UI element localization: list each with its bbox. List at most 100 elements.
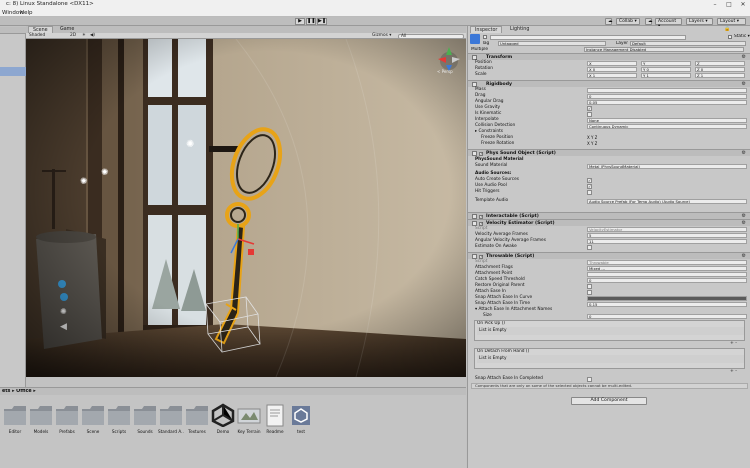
hierarchy-selected-item[interactable]	[0, 67, 26, 76]
account-dropdown[interactable]: Account ▾	[655, 18, 682, 29]
asset-folder[interactable]: Scripts	[106, 403, 132, 437]
phys-sound-header[interactable]: ✓ Phys Sound Object (Script) ⚙	[468, 149, 750, 156]
services-icon[interactable]: ☁	[645, 18, 653, 25]
cloud-icon[interactable]: ☁	[605, 18, 613, 25]
freeze-rotation-checkboxes[interactable]: X Y Z	[587, 141, 597, 147]
interactable-header[interactable]: ✓ Interactable (Script) ⚙	[468, 212, 750, 219]
layers-dropdown[interactable]: Layers ▾	[686, 18, 713, 25]
collab-dropdown[interactable]: Collab ▾	[616, 18, 640, 25]
active-checkbox[interactable]	[483, 35, 487, 39]
velocity-frames-field[interactable]: 5	[587, 232, 747, 238]
asset-label: Textures	[188, 429, 206, 434]
play-button[interactable]: ▶	[295, 18, 305, 25]
velocity-estimator-header[interactable]: ✓ Velocity Estimator (Script) ⚙	[468, 219, 750, 226]
step-button[interactable]: ▶❚	[317, 18, 327, 25]
asset-folder[interactable]: Standard A...	[158, 403, 184, 437]
pause-button[interactable]: ❚❚	[306, 18, 316, 25]
angular-frames-field[interactable]: 11	[587, 238, 747, 244]
scale-y-field[interactable]: Y 1	[641, 72, 691, 78]
attachment-flags-dropdown[interactable]: Mixed ...	[587, 265, 747, 271]
asset-label: Key Terrain	[237, 429, 261, 434]
hit-triggers-checkbox[interactable]	[587, 189, 592, 195]
gear-icon[interactable]: ⚙	[742, 150, 746, 157]
asset-terrain[interactable]: Key Terrain	[236, 403, 262, 437]
on-detach-list: List is Empty	[477, 355, 744, 363]
attachment-point-field[interactable]	[587, 271, 747, 277]
static-checkbox[interactable]	[728, 34, 732, 39]
rotation-x-field[interactable]: X 0	[587, 66, 637, 72]
restore-parent-checkbox[interactable]	[587, 283, 592, 289]
catch-speed-field[interactable]: 0	[587, 277, 747, 283]
component-enabled-checkbox[interactable]: ✓	[479, 254, 483, 259]
estimate-awake-checkbox[interactable]	[587, 244, 592, 250]
on-detach-add-remove[interactable]: + -	[730, 369, 737, 374]
asset-folder[interactable]: Models	[28, 403, 54, 437]
is-kinematic-checkbox[interactable]	[587, 111, 592, 117]
asset-test[interactable]: test	[288, 403, 314, 437]
position-x-field[interactable]: X	[587, 60, 637, 66]
rotation-y-field[interactable]: Y 0	[641, 66, 691, 72]
size-field[interactable]: 0	[587, 313, 747, 319]
use-audio-pool-checkbox[interactable]: ✓	[587, 183, 592, 189]
velocity-script-field: VelocityEstimator	[587, 226, 747, 232]
interpolate-dropdown[interactable]: None	[587, 117, 747, 123]
menu-help[interactable]: Help	[20, 10, 33, 16]
rotation-z-field[interactable]: Z 0	[695, 66, 745, 72]
snap-time-field[interactable]: 0.15	[587, 301, 747, 307]
auto-create-checkbox[interactable]: ✓	[587, 177, 592, 183]
name-field[interactable]	[490, 34, 686, 40]
snap-curve-field[interactable]	[587, 295, 747, 301]
snap-completed-checkbox[interactable]	[587, 376, 592, 382]
minimize-icon[interactable]: –	[708, 0, 722, 9]
layout-dropdown[interactable]: Layout ▾	[717, 18, 746, 25]
throwable-header[interactable]: ✓ Throwable (Script) ⚙	[468, 252, 750, 259]
asset-folder[interactable]: Editor	[2, 403, 28, 437]
layer-dropdown[interactable]: Default	[630, 41, 746, 46]
attach-ease-checkbox[interactable]	[587, 289, 592, 295]
window-title: c: 8) Linux Standalone <DX11>	[6, 1, 94, 7]
maximize-icon[interactable]: □	[722, 0, 736, 9]
asset-readme[interactable]: Readme	[262, 403, 288, 437]
scale-x-field[interactable]: X 1	[587, 72, 637, 78]
sound-material-field[interactable]: Metal (PhysSoundMaterial)	[587, 163, 747, 169]
asset-label: test	[296, 429, 306, 434]
mass-field[interactable]	[587, 87, 747, 93]
lock-icon[interactable]: 🔒	[724, 26, 730, 32]
scene-viewport[interactable]: ✺ ✺ ✺ ✺ ◀ < Persp	[26, 39, 466, 377]
angular-drag-field[interactable]: 0.05	[587, 99, 747, 105]
asset-folder[interactable]: Prefabs	[54, 403, 80, 437]
asset-folder[interactable]: Textures	[184, 403, 210, 437]
scene-search-input[interactable]: All	[398, 33, 464, 39]
static-dropdown[interactable]: Static ▾	[734, 34, 750, 39]
position-z-field[interactable]: Z	[695, 60, 745, 66]
asset-folder[interactable]: Sounds	[132, 403, 158, 437]
tab-inspector[interactable]: Inspector	[470, 26, 503, 33]
asset-unity-scene[interactable]: Demo	[210, 403, 236, 437]
collision-detection-dropdown[interactable]: Continuous Dynamic	[587, 123, 747, 129]
instance-management-field[interactable]: Instance Management Disabled	[584, 47, 744, 52]
tab-scene[interactable]: Scene	[28, 26, 53, 33]
add-component-button[interactable]: Add Component	[571, 397, 647, 405]
component-enabled-checkbox[interactable]: ✓	[479, 151, 483, 156]
tab-lighting[interactable]: Lighting	[506, 26, 533, 33]
on-pickup-add-remove[interactable]: + -	[730, 341, 737, 346]
component-enabled-checkbox[interactable]: ✓	[479, 214, 483, 219]
component-enabled-checkbox[interactable]: ✓	[479, 221, 483, 226]
tag-dropdown[interactable]: Untagged	[498, 41, 606, 46]
drag-field[interactable]: 0	[587, 93, 747, 99]
multi-edit-note: Components that are only on some of the …	[471, 383, 748, 389]
rigidbody-header[interactable]: Rigidbody ⚙	[468, 80, 750, 87]
transform-header[interactable]: Transform ⚙	[468, 53, 750, 60]
template-audio-field[interactable]: Audio Source Prefab (For Temp Audio) (Au…	[587, 198, 747, 204]
scale-z-field[interactable]: Z 1	[695, 72, 745, 78]
asset-folder[interactable]: Scene	[80, 403, 106, 437]
use-gravity-checkbox[interactable]: ✓	[587, 105, 592, 111]
hierarchy-tab[interactable]	[0, 27, 26, 34]
project-breadcrumb[interactable]: ets ▸ Office ▸	[2, 389, 36, 394]
on-pickup-event: On Pick Up () List is Empty	[474, 320, 745, 341]
persp-label[interactable]: < Persp	[437, 69, 453, 74]
position-y-field[interactable]: Y	[641, 60, 691, 66]
close-icon[interactable]: ✕	[736, 0, 750, 9]
tab-game[interactable]: Game	[56, 26, 78, 33]
tag-label: Tag	[482, 41, 490, 46]
